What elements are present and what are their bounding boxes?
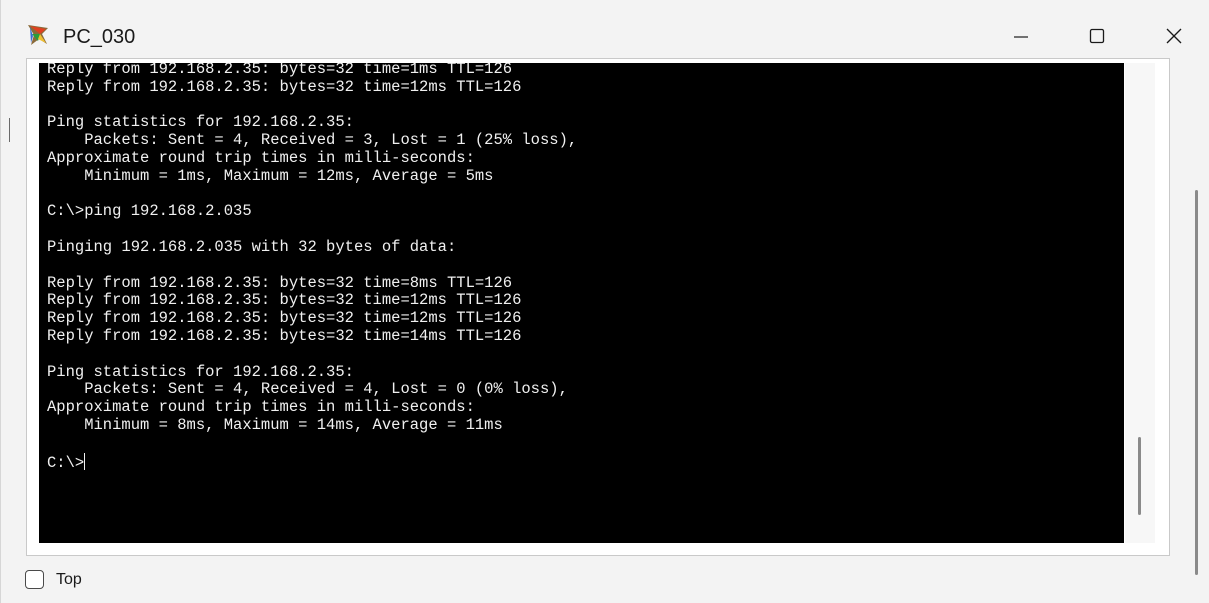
close-button[interactable] xyxy=(1151,16,1197,56)
maximize-button[interactable] xyxy=(1074,16,1120,56)
maximize-icon xyxy=(1089,28,1105,44)
terminal-line: Reply from 192.168.2.35: bytes=32 time=1… xyxy=(47,291,522,310)
minimize-icon xyxy=(1014,36,1028,38)
terminal-scrollbar-thumb[interactable] xyxy=(1138,437,1141,515)
terminal-line: Packets: Sent = 4, Received = 3, Lost = … xyxy=(84,131,578,150)
top-checkbox[interactable] xyxy=(25,570,44,589)
pc-app-icon xyxy=(25,22,51,48)
text-cursor xyxy=(84,452,86,470)
terminal-line: Minimum = 1ms, Maximum = 12ms, Average =… xyxy=(84,166,494,185)
terminal-line: Reply from 192.168.2.35: bytes=32 time=1… xyxy=(47,77,522,96)
terminal-lines: Reply from 192.168.2.35: bytes=32 time=1… xyxy=(47,63,577,434)
terminal-line: Ping statistics for 192.168.2.35: xyxy=(47,362,354,381)
terminal-line: Reply from 192.168.2.35: bytes=32 time=1… xyxy=(47,309,522,328)
title-bar[interactable]: PC_030 xyxy=(1,0,1209,62)
terminal-line: Packets: Sent = 4, Received = 4, Lost = … xyxy=(84,380,568,399)
window-title: PC_030 xyxy=(63,26,136,48)
terminal-line: Reply from 192.168.2.35: bytes=32 time=1… xyxy=(47,326,522,345)
window-scrollbar-thumb[interactable] xyxy=(1195,190,1198,575)
pc-terminal-window: PC_030 Reply from 192.168.2.35: bytes=32… xyxy=(0,0,1209,603)
terminal-line: Reply from 192.168.2.35: bytes=32 time=1… xyxy=(47,63,513,78)
terminal-line: Pinging 192.168.2.035 with 32 bytes of d… xyxy=(47,237,457,256)
terminal-output: Reply from 192.168.2.35: bytes=32 time=1… xyxy=(47,63,577,472)
close-icon xyxy=(1166,28,1182,44)
window-edge-mark xyxy=(9,118,10,142)
terminal-line: C:\>ping 192.168.2.035 xyxy=(47,202,252,221)
terminal-line: Minimum = 8ms, Maximum = 14ms, Average =… xyxy=(84,415,503,434)
command-prompt-terminal[interactable]: Reply from 192.168.2.35: bytes=32 time=1… xyxy=(39,63,1124,543)
terminal-prompt: C:\> xyxy=(47,453,85,472)
terminal-line: Approximate round trip times in milli-se… xyxy=(47,398,475,417)
top-checkbox-label: Top xyxy=(56,571,82,588)
terminal-line: Ping statistics for 192.168.2.35: xyxy=(47,113,354,132)
minimize-button[interactable] xyxy=(998,16,1044,56)
terminal-line: Reply from 192.168.2.35: bytes=32 time=8… xyxy=(47,273,513,292)
terminal-line: Approximate round trip times in milli-se… xyxy=(47,148,475,167)
